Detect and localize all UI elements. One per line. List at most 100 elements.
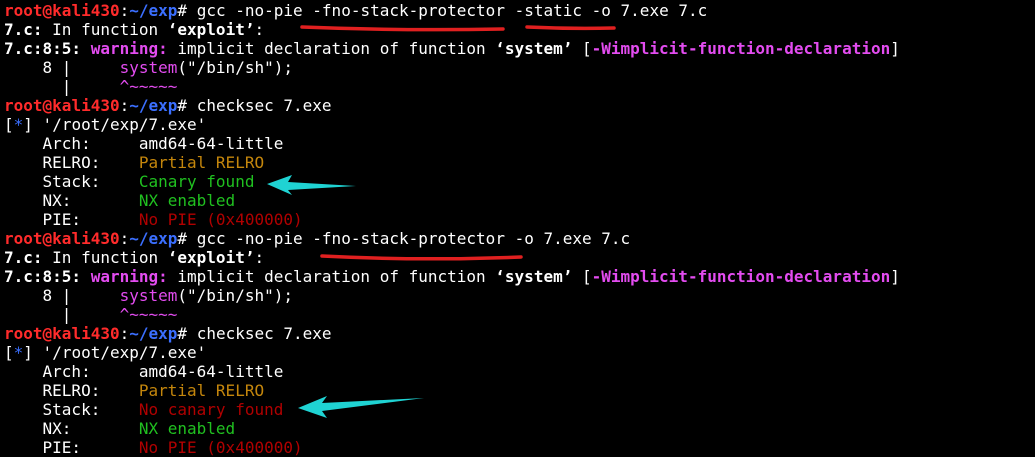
checksec-file-line: [*] '/root/exp/7.exe' [4,115,1035,134]
prompt-hash: # [177,1,188,20]
warning-label: warning: [81,39,168,58]
command-text: checksec 7.exe [187,96,332,115]
prompt-at: @ [42,96,53,115]
terminal-output[interactable]: root@kali430:~/exp# gcc -no-pie -fno-sta… [4,1,1035,457]
prompt-host: kali430 [52,1,120,20]
checksec-row-nx: NX: NX enabled [4,191,1035,210]
source-caret: ^~~~~~ [119,77,178,96]
warning-function: ‘system’ [495,267,573,286]
checksec-file: '/root/exp/7.exe' [32,115,207,134]
checksec-row-stack: Stack: Canary found [4,172,1035,191]
source-caret: ^~~~~~ [119,305,178,324]
prompt-path: ~/exp [129,324,178,343]
prompt-at: @ [42,324,53,343]
warning-function: ‘system’ [495,39,573,58]
checksec-label: Arch: [4,134,139,153]
function-note-text: In function [42,248,168,267]
source-args: ("/bin/sh"); [177,286,293,305]
checksec-value: No PIE (0x400000) [138,438,303,457]
warning-label: warning: [81,267,168,286]
star-icon: * [13,343,24,362]
function-colon: : [254,20,265,39]
prompt-sep: : [119,96,130,115]
warning-bracket-open: [ [572,39,592,58]
warning-location: 7.c:8:5: [4,267,82,286]
compiler-function-note: 7.c: In function ‘exploit’: [4,248,1035,267]
checksec-row-arch: Arch: amd64-64-little [4,134,1035,153]
checksec-file-line: [*] '/root/exp/7.exe' [4,343,1035,362]
source-caret-line: | ^~~~~~ [4,77,1035,96]
star-icon: * [13,115,24,134]
compiler-warning: 7.c:8:5: warning: implicit declaration o… [4,39,1035,58]
source-line-number: 8 | [4,58,120,77]
command-line: root@kali430:~/exp# checksec 7.exe [4,96,1035,115]
prompt-at: @ [42,1,53,20]
function-name: ‘exploit’ [167,20,255,39]
checksec-label: Stack: [4,172,139,191]
warning-location: 7.c:8:5: [4,39,82,58]
prompt-path: ~/exp [129,1,178,20]
warning-flag: -Wimplicit-function-declaration [591,39,891,58]
source-line-number: 8 | [4,286,120,305]
command-text: gcc -no-pie -fno-stack-protector -static… [187,1,708,20]
checksec-value: NX enabled [138,191,236,210]
prompt-hash: # [177,229,188,248]
source-bar: | [4,77,120,96]
command-line: root@kali430:~/exp# gcc -no-pie -fno-sta… [4,1,1035,20]
command-text: gcc -no-pie -fno-stack-protector -o 7.ex… [187,229,631,248]
source-call: system [119,58,178,77]
checksec-row-relro: RELRO: Partial RELRO [4,153,1035,172]
checksec-value: No canary found [138,400,284,419]
checksec-value: No PIE (0x400000) [138,210,303,229]
checksec-row-arch: Arch: amd64-64-little [4,362,1035,381]
prompt-user: root [4,96,43,115]
warning-text: implicit declaration of function [167,267,496,286]
source-caret-line: | ^~~~~~ [4,305,1035,324]
prompt-user: root [4,1,43,20]
source-bar: | [4,305,120,324]
checksec-row-pie: PIE: No PIE (0x400000) [4,210,1035,229]
checksec-label: PIE: [4,210,139,229]
prompt-user: root [4,324,43,343]
compiler-warning: 7.c:8:5: warning: implicit declaration o… [4,267,1035,286]
prompt-at: @ [42,229,53,248]
prompt-path: ~/exp [129,229,178,248]
function-note-text: In function [42,20,168,39]
command-text: checksec 7.exe [187,324,332,343]
checksec-row-relro: RELRO: Partial RELRO [4,381,1035,400]
function-name: ‘exploit’ [167,248,255,267]
checksec-value: Partial RELRO [138,381,265,400]
warning-bracket-close: ] [890,267,900,286]
warning-bracket-close: ] [890,39,900,58]
star-bracket-open: [ [4,343,14,362]
function-colon: : [254,248,265,267]
prompt-user: root [4,229,43,248]
prompt-sep: : [119,229,130,248]
checksec-file: '/root/exp/7.exe' [32,343,207,362]
checksec-value: amd64-64-little [138,362,284,381]
prompt-host: kali430 [52,324,120,343]
checksec-label: RELRO: [4,381,139,400]
checksec-label: Stack: [4,400,139,419]
star-bracket-close: ] [23,343,33,362]
checksec-label: NX: [4,419,139,438]
checksec-label: PIE: [4,438,139,457]
compiler-function-note: 7.c: In function ‘exploit’: [4,20,1035,39]
command-line: root@kali430:~/exp# checksec 7.exe [4,324,1035,343]
source-file: 7.c: [4,248,43,267]
prompt-sep: : [119,1,130,20]
checksec-row-nx: NX: NX enabled [4,419,1035,438]
prompt-host: kali430 [52,229,120,248]
warning-text: implicit declaration of function [167,39,496,58]
source-code-line: 8 | system("/bin/sh"); [4,286,1035,305]
checksec-value: Canary found [138,172,255,191]
warning-flag: -Wimplicit-function-declaration [591,267,891,286]
checksec-label: Arch: [4,362,139,381]
prompt-sep: : [119,324,130,343]
checksec-value: amd64-64-little [138,134,284,153]
prompt-hash: # [177,96,188,115]
star-bracket-close: ] [23,115,33,134]
prompt-path: ~/exp [129,96,178,115]
checksec-value: NX enabled [138,419,236,438]
prompt-host: kali430 [52,96,120,115]
